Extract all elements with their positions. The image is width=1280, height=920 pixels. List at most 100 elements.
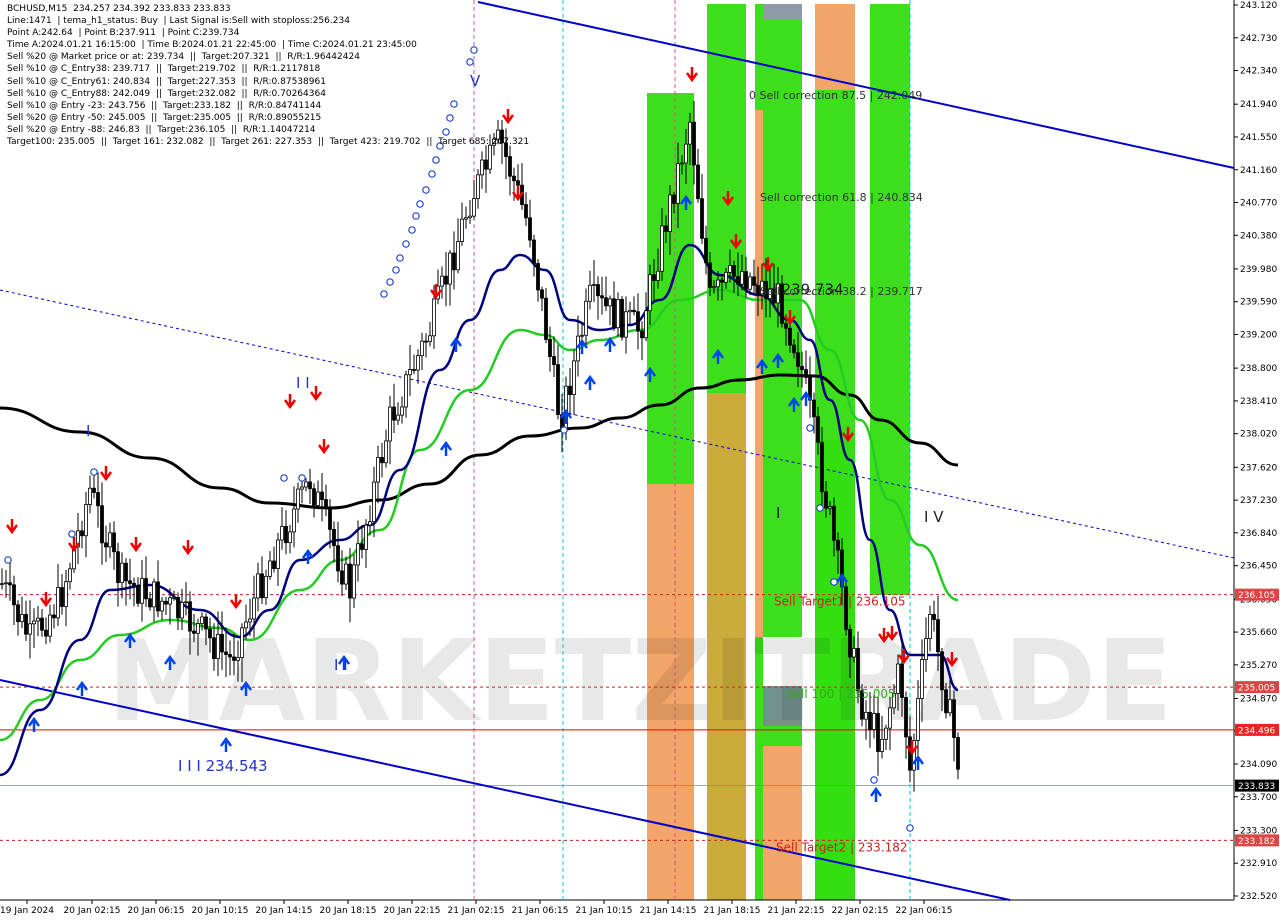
candle-body [804,369,808,378]
signal-dot [402,240,410,248]
candle-body [152,581,156,608]
candle-body [164,600,168,605]
candle-body [676,163,680,204]
candle-body [580,334,584,337]
candle-body [376,457,380,483]
y-tick-label: 234.870 [1240,694,1277,704]
x-tick-label: 21 Jan 18:15 [704,906,761,916]
candle-body [516,180,520,186]
candle-body [644,310,648,339]
candle-body [692,121,696,166]
x-tick-label: 22 Jan 06:15 [896,906,953,916]
y-tick-label: 238.800 [1240,364,1277,374]
candle-body [176,597,180,619]
y-tick-label: 239.200 [1240,331,1277,341]
candle-body [656,270,660,281]
candle-body [848,629,852,658]
y-tick-label: 235.270 [1240,661,1277,671]
candle-body [352,564,356,599]
x-tick-label: 22 Jan 02:15 [832,906,889,916]
candle-body [932,614,936,621]
candle-body [484,159,488,170]
signal-dot [386,278,394,286]
candle-body [84,504,88,537]
candle-body [224,651,228,655]
candle-body [856,648,860,692]
y-tick-label: 243.120 [1240,1,1277,11]
candle-body [528,217,532,241]
signal-zone [763,746,802,900]
candle-body [204,616,208,630]
info-line: Point A:242.64 | Point B:237.911 | Point… [7,28,240,39]
candle-body [68,568,72,583]
candle-body [608,298,612,307]
y-tick-label: 241.550 [1240,133,1277,143]
candle-body [724,271,728,283]
info-line: Sell %10 @ Entry -23: 243.756 || Target:… [7,100,322,111]
candle-body [432,298,436,337]
candle-body [132,583,136,587]
candle-body [596,284,600,297]
candle-body [92,487,96,493]
signal-dot [280,474,288,482]
candle-body [100,505,104,544]
candle-body [628,309,632,313]
candle-body [124,562,128,582]
candle-body [708,262,712,288]
candle-body [12,584,16,606]
candle-body [872,713,876,730]
candle-body [276,539,280,569]
candle-body [56,587,60,619]
candle-body [796,352,800,367]
sell-arrow [5,519,19,535]
candle-body [476,174,480,199]
candle-body [220,633,224,653]
info-panel: BCHUSD,M15 234.257 234.392 233.833 233.8… [7,3,529,148]
candle-body [884,727,888,740]
candle-body [412,369,416,371]
y-tick-label: 240.770 [1240,199,1277,209]
candle-body [356,543,360,566]
signal-dot [560,426,568,434]
candle-body [304,481,308,488]
candle-body [332,529,336,547]
candle-body [704,237,708,264]
candle-body [400,406,404,416]
candle-body [444,275,448,285]
candle-body [952,699,956,738]
x-tick-label: 20 Jan 06:15 [128,906,185,916]
candle-body [588,284,592,302]
price-label: 234.496 [1238,726,1275,736]
candle-body [324,499,328,508]
candle-body [684,143,688,164]
sell-arrow [99,466,113,482]
candle-body [868,711,872,730]
signal-dot [90,468,98,476]
signal-dot [806,424,814,432]
candle-body [928,614,932,639]
candle-body [192,630,196,634]
info-line: Sell %10 @ C_Entry61: 240.834 || Target:… [7,76,326,87]
candle-body [524,204,528,219]
candle-body [688,121,692,145]
candle-body [652,274,656,281]
x-tick-label: 20 Jan 18:15 [320,906,377,916]
wave-label: I I [296,374,310,392]
candle-body [572,360,576,396]
candle-body [180,602,184,619]
y-tick-label: 236.450 [1240,562,1277,572]
candle-body [508,156,512,177]
x-tick-label: 21 Jan 02:15 [448,906,505,916]
candle-body [732,265,736,277]
info-line: Sell %10 @ C_Entry88: 242.049 || Target:… [7,88,326,99]
candle-body [512,175,516,182]
candle-body [472,198,476,217]
candle-body [308,481,312,490]
candle-body [388,406,392,442]
y-tick-label: 241.160 [1240,166,1277,176]
candle-body [260,573,264,599]
candle-body [144,578,148,600]
candle-body [456,241,460,271]
candle-body [172,597,176,599]
candle-body [52,614,56,619]
